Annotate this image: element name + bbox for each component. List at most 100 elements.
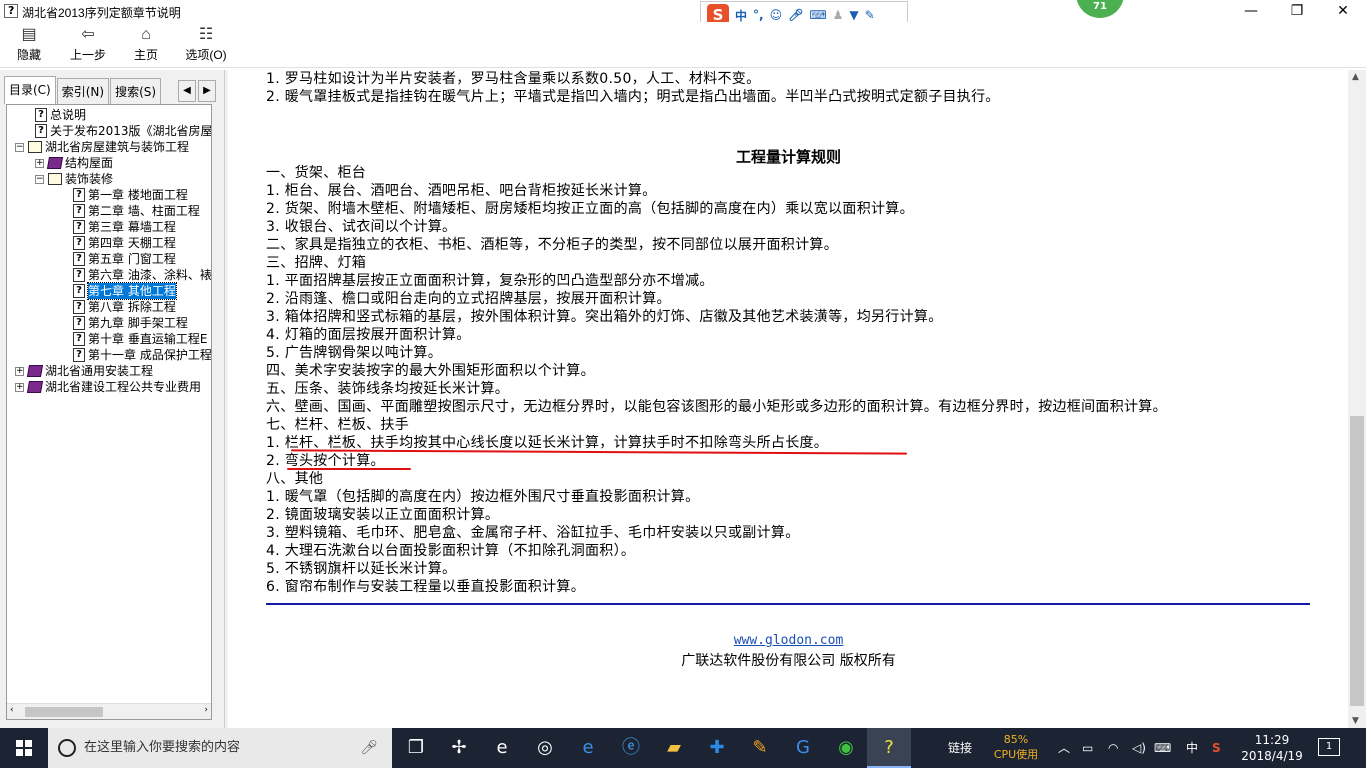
scrollbar-thumb[interactable] [25,707,103,717]
tree-item[interactable]: ? 第七章 其他工程 [73,282,177,300]
wifi-icon[interactable]: ◠ [1108,728,1118,768]
pane-splitter[interactable] [224,70,228,728]
tree-item-label: 关于发布2013版《湖北省房屋 [50,124,212,138]
home-button[interactable]: ⌂ 主页 [128,24,164,66]
help-app-icon[interactable]: ? [867,728,911,768]
scroll-down-icon[interactable]: ▼ [1352,716,1359,726]
cpu-meter[interactable]: 85% CPU使用 [988,732,1044,762]
expand-icon[interactable]: + [35,158,44,168]
tree-item-label: 第五章 门窗工程 [88,252,176,266]
tab-search[interactable]: 搜索(S) [110,78,162,104]
tree-item[interactable]: ? 总说明 [35,107,86,123]
user-icon[interactable]: ♟ [833,8,844,22]
back-button[interactable]: ⇦ 上一步 [66,24,110,66]
start-button[interactable] [0,728,48,768]
tree-item[interactable]: ? 第九章 脚手架工程 [73,315,188,331]
tree-item[interactable]: ? 关于发布2013版《湖北省房屋 [35,123,212,139]
keyboard-icon[interactable]: ⌨ [1154,728,1171,768]
expand-icon[interactable]: + [15,382,24,392]
help-page-icon: ? [35,124,47,138]
mic-icon[interactable]: 🎤︎ [360,728,378,768]
edge-icon[interactable]: e [566,728,610,768]
tree-item[interactable]: + 湖北省通用安装工程 [15,363,153,379]
chrome-icon[interactable]: ◎ [523,728,567,768]
sogou-tray-icon[interactable]: S [1212,728,1221,768]
hide-pane-icon: ▤ [21,26,37,43]
tree-item[interactable]: ? 第四章 天棚工程 [73,235,176,251]
tree-item-label: 第十章 垂直运输工程E [88,332,208,346]
tree-item[interactable]: + 湖北省建设工程公共专业费用 [15,379,201,395]
ime-punct-toggle[interactable]: °, [753,8,764,22]
tree-item[interactable]: ? 第三章 幕墙工程 [73,219,176,235]
links-toolbar[interactable]: 链接 [948,728,972,768]
rule-line: 3. 箱体招牌和竖式标箱的基层，按外围体积计算。突出箱外的灯饰、店徽及其他艺术装… [266,309,943,325]
rule-line: 4. 灯箱的面层按展开面积计算。 [266,327,471,343]
taskbar-search-box[interactable]: 在这里输入你要搜索的内容 🎤︎ [48,728,392,768]
scroll-right-icon[interactable]: › [204,705,208,715]
help-page-icon: ? [73,188,85,202]
options-button[interactable]: ☷ 选项(O) [182,24,230,66]
ime-language[interactable]: 中 [1186,728,1198,768]
tree-horizontal-scrollbar[interactable]: ‹ › [7,703,211,719]
clock[interactable]: 11:29 2018/4/19 [1240,732,1304,764]
ime-lang-toggle[interactable]: 中 [735,7,747,24]
closed-book-icon [46,157,64,169]
collapse-icon[interactable]: − [35,174,44,184]
notification-center-icon[interactable]: 1 [1318,738,1340,756]
tree-item[interactable]: + 结构屋面 [35,155,113,171]
glodon-icon[interactable]: ✚ [695,728,739,768]
hide-button[interactable]: ▤ 隐藏 [10,24,48,66]
rule-line: 2. 镜面玻璃安装以正立面面积计算。 [266,507,500,523]
close-button[interactable]: ✕ [1320,0,1366,22]
tree-item[interactable]: ? 第五章 门窗工程 [73,251,176,267]
tree-item[interactable]: ? 第一章 楼地面工程 [73,187,188,203]
expand-icon[interactable]: + [15,366,24,376]
tree-item[interactable]: ? 第六章 油漆、涂料、裱 [73,267,211,283]
contents-tree[interactable]: ‹ › ? 总说明? 关于发布2013版《湖北省房屋 − 湖北省房屋建筑与装饰工程 + 结构… [6,104,212,720]
tree-item[interactable]: ? 第八章 拆除工程 [73,299,176,315]
collapse-icon[interactable]: − [15,142,24,152]
fan-icon[interactable]: ✢ [437,728,481,768]
minimize-button[interactable]: — [1228,0,1274,22]
battery-icon[interactable]: ▭ [1082,728,1093,768]
tree-item-label: 结构屋面 [65,156,114,170]
volume-icon[interactable]: ◁) [1132,728,1146,768]
g-app-icon[interactable]: G [781,728,825,768]
scroll-left-icon[interactable]: ‹ [10,705,14,715]
tree-item[interactable]: ? 第二章 墙、柱面工程 [73,203,200,219]
rule-line: 5. 不锈钢旗杆以延长米计算。 [266,561,457,577]
scrollbar-thumb[interactable] [1350,416,1364,706]
tree-item[interactable]: − 装饰装修 [35,171,113,187]
content-vertical-scrollbar[interactable]: ▲ ▼ [1348,70,1366,728]
tab-index[interactable]: 索引(N) [56,78,110,104]
tab-scroll-left-icon[interactable]: ◀ [178,80,196,102]
smile-icon[interactable]: ☺ [770,8,783,22]
wrench-icon[interactable]: ✎ [865,8,875,22]
ie-icon[interactable]: ⓔ [609,728,653,768]
rule-line: 1. 柜台、展台、酒吧台、酒吧吊柜、吧台背柜按延长米计算。 [266,183,657,199]
mic-icon[interactable]: 🎤︎ [788,8,803,22]
rule-line: 七、栏杆、栏板、扶手 [266,417,409,433]
edge-legacy-icon[interactable]: e [480,728,524,768]
maximize-button[interactable]: ❐ [1274,0,1320,22]
window-title: 湖北省2013序列定额章节说明 [22,6,181,20]
scroll-up-icon[interactable]: ▲ [1352,72,1359,82]
tab-scroll-right-icon[interactable]: ▶ [198,80,216,102]
tree-item-label: 第三章 幕墙工程 [88,220,176,234]
task-view-icon[interactable]: ❐ [394,728,438,768]
tab-contents[interactable]: 目录(C) [4,76,56,104]
glodon-link[interactable]: www.glodon.com [229,633,1348,648]
keyboard-icon[interactable]: ⌨ [809,8,826,22]
chevron-up-icon[interactable]: ︿ [1058,728,1070,768]
shirt-icon[interactable]: ▼ [849,8,858,22]
tree-item[interactable]: ? 第十一章 成品保护工程 [73,347,211,363]
notepad-icon[interactable]: ✎ [738,728,782,768]
tree-item-label: 第七章 其他工程 [87,282,177,300]
back-arrow-icon: ⇦ [81,26,95,43]
rule-line: 一、货架、柜台 [266,165,367,181]
tree-item[interactable]: − 湖北省房屋建筑与装饰工程 [15,139,189,155]
folder-icon[interactable]: ▰ [652,728,696,768]
tree-item[interactable]: ? 第十章 垂直运输工程E [73,331,207,347]
360-icon[interactable]: ◉ [824,728,868,768]
rule-line: 3. 塑料镜箱、毛巾环、肥皂盒、金属帘子杆、浴缸拉手、毛巾杆安装以只或副计算。 [266,525,800,541]
